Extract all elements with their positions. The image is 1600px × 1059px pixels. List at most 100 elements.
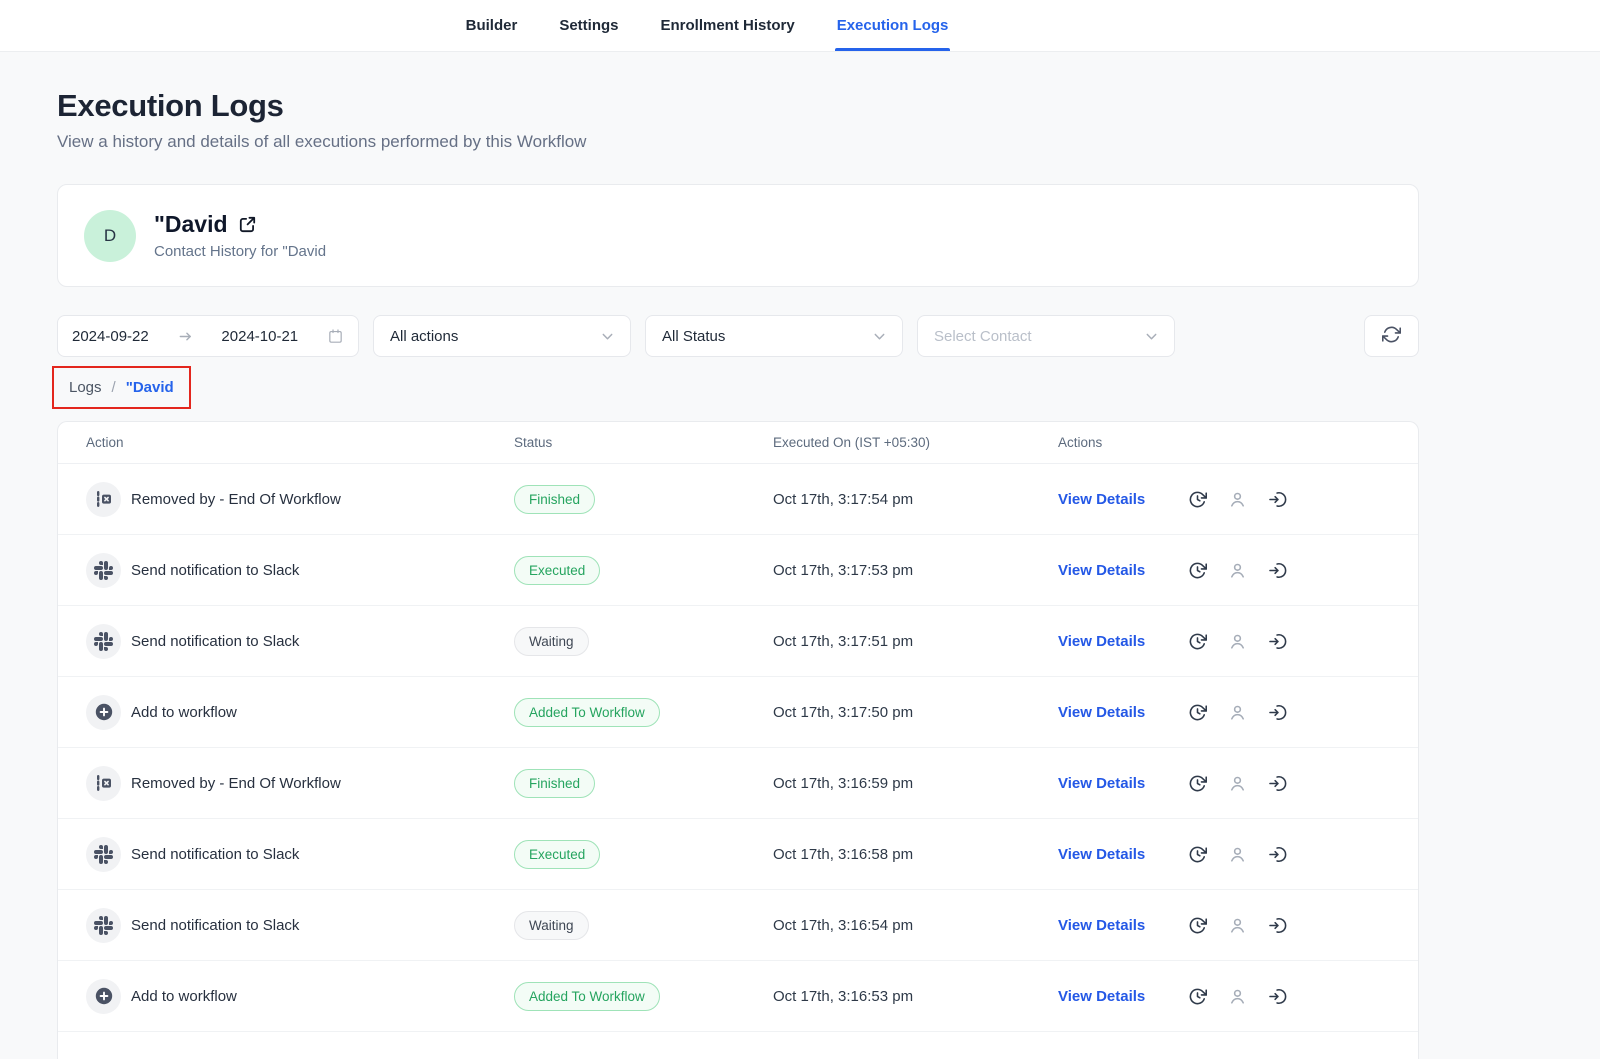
table-row: Send notification to Slack Waiting Oct 1… xyxy=(58,890,1418,961)
status-cell: Finished xyxy=(514,485,773,514)
enter-log-icon[interactable] xyxy=(1268,774,1287,793)
external-link-icon[interactable] xyxy=(238,215,257,234)
status-filter-select[interactable]: All Status xyxy=(645,315,903,357)
action-label: Send notification to Slack xyxy=(131,562,299,579)
person-icon[interactable] xyxy=(1228,632,1247,651)
view-details-link[interactable]: View Details xyxy=(1058,775,1148,792)
status-badge: Added To Workflow xyxy=(514,982,660,1011)
enter-log-icon[interactable] xyxy=(1268,845,1287,864)
action-cell: Removed by - End Of Workflow xyxy=(86,482,514,517)
history-icon[interactable] xyxy=(1188,632,1207,651)
view-details-link[interactable]: View Details xyxy=(1058,988,1148,1005)
tab-builder[interactable]: Builder xyxy=(464,0,520,51)
action-label: Send notification to Slack xyxy=(131,633,299,650)
table-header: Action Status Executed On (IST +05:30) A… xyxy=(58,422,1418,464)
history-icon[interactable] xyxy=(1188,703,1207,722)
person-icon[interactable] xyxy=(1228,916,1247,935)
top-nav: Builder Settings Enrollment History Exec… xyxy=(0,0,1600,52)
status-badge: Finished xyxy=(514,769,595,798)
contact-card: D "David Contact History for "David xyxy=(57,184,1419,287)
col-header-action: Action xyxy=(86,435,514,450)
enter-log-icon[interactable] xyxy=(1268,987,1287,1006)
executed-on: Oct 17th, 3:17:50 pm xyxy=(773,704,1058,721)
enter-log-icon[interactable] xyxy=(1268,561,1287,580)
status-cell: Added To Workflow xyxy=(514,982,773,1011)
main-content: Execution Logs View a history and detail… xyxy=(57,88,1419,1059)
status-badge: Waiting xyxy=(514,911,589,940)
status-badge: Added To Workflow xyxy=(514,698,660,727)
enter-log-icon[interactable] xyxy=(1268,632,1287,651)
tab-settings[interactable]: Settings xyxy=(557,0,620,51)
refresh-icon xyxy=(1382,325,1401,348)
remove-workflow-icon xyxy=(86,482,121,517)
date-to-value[interactable]: 2024-10-21 xyxy=(221,328,298,345)
status-cell: Waiting xyxy=(514,911,773,940)
enter-log-icon[interactable] xyxy=(1268,916,1287,935)
executed-on: Oct 17th, 3:17:53 pm xyxy=(773,562,1058,579)
action-cell: Send notification to Slack xyxy=(86,624,514,659)
contact-history-subtitle: Contact History for "David xyxy=(154,243,326,260)
col-header-actions: Actions xyxy=(1058,435,1390,450)
action-cell: Add to workflow xyxy=(86,979,514,1014)
view-details-link[interactable]: View Details xyxy=(1058,704,1148,721)
person-icon[interactable] xyxy=(1228,703,1247,722)
person-icon[interactable] xyxy=(1228,774,1247,793)
top-nav-tabs: Builder Settings Enrollment History Exec… xyxy=(464,0,951,51)
status-cell: Executed xyxy=(514,840,773,869)
table-body: Removed by - End Of Workflow Finished Oc… xyxy=(58,464,1418,1032)
add-workflow-icon xyxy=(86,695,121,730)
date-range-picker[interactable]: 2024-09-22 2024-10-21 xyxy=(57,315,359,357)
actions-cell: View Details xyxy=(1058,774,1390,793)
person-icon[interactable] xyxy=(1228,987,1247,1006)
table-row: Send notification to Slack Executed Oct … xyxy=(58,535,1418,606)
tab-enrollment-history[interactable]: Enrollment History xyxy=(659,0,797,51)
actions-filter-select[interactable]: All actions xyxy=(373,315,631,357)
table-row: Send notification to Slack Executed Oct … xyxy=(58,819,1418,890)
table-filler xyxy=(58,1032,1418,1059)
view-details-link[interactable]: View Details xyxy=(1058,491,1148,508)
enter-log-icon[interactable] xyxy=(1268,703,1287,722)
actions-cell: View Details xyxy=(1058,845,1390,864)
breadcrumb-current-contact[interactable]: "David xyxy=(126,379,174,396)
history-icon[interactable] xyxy=(1188,490,1207,509)
action-label: Add to workflow xyxy=(131,704,237,721)
enter-log-icon[interactable] xyxy=(1268,490,1287,509)
tab-execution-logs[interactable]: Execution Logs xyxy=(835,0,951,51)
contact-filter-select[interactable]: Select Contact xyxy=(917,315,1175,357)
view-details-link[interactable]: View Details xyxy=(1058,633,1148,650)
view-details-link[interactable]: View Details xyxy=(1058,846,1148,863)
chevron-down-icon xyxy=(873,330,886,343)
history-icon[interactable] xyxy=(1188,845,1207,864)
actions-cell: View Details xyxy=(1058,703,1390,722)
slack-icon xyxy=(86,908,121,943)
person-icon[interactable] xyxy=(1228,845,1247,864)
view-details-link[interactable]: View Details xyxy=(1058,917,1148,934)
table-row: Add to workflow Added To Workflow Oct 17… xyxy=(58,961,1418,1032)
executed-on: Oct 17th, 3:16:53 pm xyxy=(773,988,1058,1005)
contact-filter-placeholder: Select Contact xyxy=(934,328,1032,345)
slack-icon xyxy=(86,553,121,588)
actions-filter-value: All actions xyxy=(390,328,458,345)
action-cell: Send notification to Slack xyxy=(86,837,514,872)
history-icon[interactable] xyxy=(1188,916,1207,935)
col-header-executed-on: Executed On (IST +05:30) xyxy=(773,435,1058,450)
executed-on: Oct 17th, 3:16:54 pm xyxy=(773,917,1058,934)
breadcrumb-logs[interactable]: Logs xyxy=(69,379,102,396)
action-cell: Send notification to Slack xyxy=(86,553,514,588)
history-icon[interactable] xyxy=(1188,987,1207,1006)
date-from-value[interactable]: 2024-09-22 xyxy=(72,328,149,345)
history-icon[interactable] xyxy=(1188,561,1207,580)
page-title: Execution Logs xyxy=(57,88,1419,124)
view-details-link[interactable]: View Details xyxy=(1058,562,1148,579)
executed-on: Oct 17th, 3:17:54 pm xyxy=(773,491,1058,508)
annotation-box: Logs / "David xyxy=(52,366,191,409)
history-icon[interactable] xyxy=(1188,774,1207,793)
table-row: Removed by - End Of Workflow Finished Oc… xyxy=(58,748,1418,819)
person-icon[interactable] xyxy=(1228,561,1247,580)
person-icon[interactable] xyxy=(1228,490,1247,509)
refresh-button[interactable] xyxy=(1364,315,1419,357)
executed-on: Oct 17th, 3:16:58 pm xyxy=(773,846,1058,863)
status-badge: Waiting xyxy=(514,627,589,656)
slack-icon xyxy=(86,837,121,872)
actions-cell: View Details xyxy=(1058,490,1390,509)
